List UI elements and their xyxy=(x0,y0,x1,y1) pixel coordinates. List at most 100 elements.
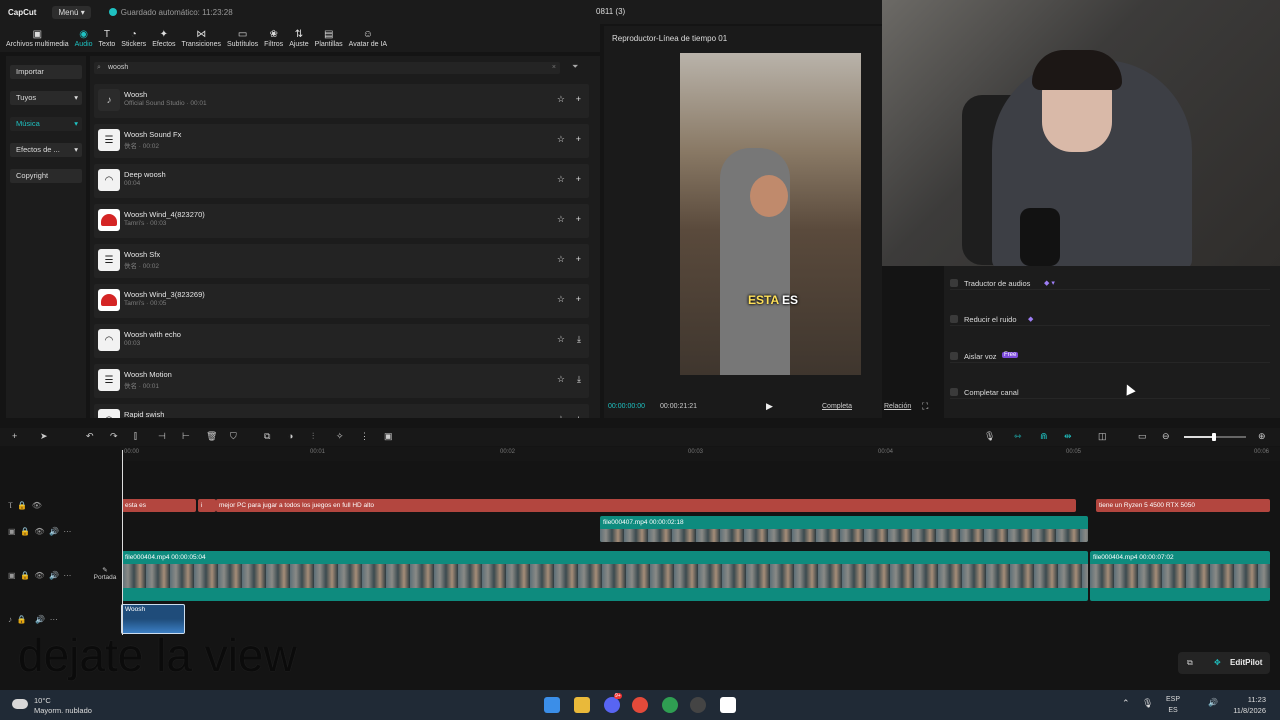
taskbar-clock[interactable]: 11:23 11/8/2026 xyxy=(1233,694,1266,716)
playhead[interactable] xyxy=(122,450,123,635)
list-item[interactable]: ♪ Woosh Official Sound Studio · 00:01 ☆ + xyxy=(94,84,589,118)
adjust-icon[interactable]: ⫶ xyxy=(312,431,314,442)
tool-stickers[interactable]: ◔ Stickers xyxy=(121,29,146,52)
download-icon[interactable]: ⤓ xyxy=(577,334,581,345)
import-button[interactable]: Importar xyxy=(10,65,82,79)
star-icon[interactable]: ☆ xyxy=(557,374,565,385)
star-icon[interactable]: ☆ xyxy=(557,134,565,145)
tool-audio[interactable]: ◉ Audio xyxy=(75,29,93,52)
tool-filters[interactable]: ❀ Filtros xyxy=(264,29,283,52)
clear-icon[interactable]: × xyxy=(552,62,556,74)
audio-translator-checkbox[interactable] xyxy=(950,279,958,287)
star-icon[interactable]: ☆ xyxy=(557,294,565,305)
text-track-controls[interactable]: Ⲧ 🔒 👁 xyxy=(8,501,42,511)
caption-icon[interactable]: ▭ xyxy=(1138,431,1147,442)
download-icon[interactable]: ⤓ xyxy=(577,374,581,385)
app-icon[interactable] xyxy=(690,697,706,713)
undo-icon[interactable]: ↶ xyxy=(86,431,94,442)
zoom-slider-handle[interactable] xyxy=(1212,433,1216,441)
overlay-video-clip[interactable]: file000407.mp4 00:00:02:18 xyxy=(600,516,1088,542)
editpilot-button[interactable]: ⧉ ✥ EditPilot xyxy=(1178,652,1270,674)
chrome-profile-icon[interactable] xyxy=(662,697,678,713)
complete-channel-checkbox[interactable] xyxy=(950,388,958,396)
play-icon[interactable]: ▶ xyxy=(766,401,773,412)
audio-split-icon[interactable]: ⋮ xyxy=(360,431,369,442)
tool-ai-avatar[interactable]: ☺ Avatar de IA xyxy=(349,29,387,52)
plus-icon[interactable]: + xyxy=(576,294,581,304)
star-icon[interactable]: ☆ xyxy=(557,174,565,185)
star-icon[interactable]: ☆ xyxy=(557,254,565,265)
language-indicator[interactable]: ESP ES xyxy=(1166,694,1180,716)
sidebar-item-copyright[interactable]: Copyright xyxy=(10,169,82,183)
main-video-clip[interactable]: file000404.mp4 00:00:07:02 xyxy=(1090,551,1270,601)
delete-icon[interactable]: 🗑 xyxy=(206,431,217,442)
file-explorer-icon[interactable] xyxy=(574,697,590,713)
star-icon[interactable]: ☆ xyxy=(557,334,565,345)
add-track-icon[interactable]: + xyxy=(12,431,17,441)
text-clip[interactable]: esta es xyxy=(122,499,196,512)
text-clip[interactable]: mejor PC para jugar a todos los juegos e… xyxy=(216,499,1076,512)
plus-icon[interactable]: + xyxy=(576,134,581,144)
list-item[interactable]: Woosh Wind_4(823270) Tamri's · 00:03 ☆ + xyxy=(94,204,589,238)
main-track-controls[interactable]: ▣ 🔒 👁 🔊 ⋯ xyxy=(8,571,71,580)
full-quality-button[interactable]: Completa xyxy=(822,403,852,410)
chrome-icon[interactable] xyxy=(632,697,648,713)
voice-isolation-checkbox[interactable] xyxy=(950,352,958,360)
timeline-ruler[interactable]: 00:00 00:01 00:02 00:03 00:04 00:05 00:0… xyxy=(120,447,1280,461)
star-icon[interactable]: ☆ xyxy=(557,414,565,418)
tool-media[interactable]: ▣ Archivos multimedia xyxy=(6,29,69,52)
zoom-out-icon[interactable]: ⊖ xyxy=(1162,431,1170,442)
chevron-up-icon[interactable]: ⌃ xyxy=(1122,698,1130,709)
list-item[interactable]: Woosh Wind_3(823269) Tamri's · 00:05 ☆ + xyxy=(94,284,589,318)
sidebar-item-tuyos[interactable]: Tuyos ▾ xyxy=(10,91,82,105)
sidebar-item-musica[interactable]: Música ▾ xyxy=(10,117,82,131)
tool-transitions[interactable]: ⋈ Transiciones xyxy=(182,29,221,52)
capcut-taskbar-icon[interactable] xyxy=(720,697,736,713)
volume-icon[interactable]: 🔊 xyxy=(1208,698,1218,707)
menu-button[interactable]: Menú ▾ xyxy=(52,5,91,19)
sidebar-item-efectos[interactable]: Efectos de ... ▾ xyxy=(10,143,82,157)
tool-effects[interactable]: ✦ Efectos xyxy=(152,29,175,52)
magnet-icon[interactable]: ⋒ xyxy=(1040,431,1048,442)
fullscreen-icon[interactable]: ⛶ xyxy=(922,401,928,412)
audio-track-controls[interactable]: ♪ 🔒 🔊 ⋯ xyxy=(8,615,58,624)
crop-icon[interactable]: ⧉ xyxy=(264,431,270,442)
main-video-clip[interactable]: file000404.mp4 00:00:05:04 xyxy=(122,551,1088,601)
list-item[interactable]: ◠ Woosh with echo 00:03 ☆ ⤓ xyxy=(94,324,589,358)
tool-text[interactable]: T Texto xyxy=(99,29,116,52)
plus-icon[interactable]: + xyxy=(576,214,581,224)
plus-icon[interactable]: + xyxy=(576,174,581,184)
select-tool-icon[interactable]: ➤ xyxy=(40,431,48,442)
noise-reduction-checkbox[interactable] xyxy=(950,315,958,323)
trim-right-icon[interactable]: ⊢ xyxy=(182,431,190,442)
split-icon[interactable]: ⫿ xyxy=(134,431,137,442)
list-item[interactable]: ◠ Deep woosh 00:04 ☆ + xyxy=(94,164,589,198)
screen-icon[interactable]: ▣ xyxy=(384,431,393,442)
video-preview[interactable]: ESTA ES xyxy=(680,53,861,375)
microphone-icon[interactable]: 🎙 xyxy=(1142,698,1153,709)
shield-icon[interactable]: ⛉ xyxy=(230,431,237,442)
star-icon[interactable]: ☆ xyxy=(557,94,565,105)
search-input[interactable]: ⌕ woosh × xyxy=(94,62,560,74)
tool-adjust[interactable]: ⇅ Ajuste xyxy=(289,29,308,52)
cover-button[interactable]: ✎ Portada xyxy=(92,566,118,588)
redo-icon[interactable]: ↷ xyxy=(110,431,118,442)
ratio-button[interactable]: Relación xyxy=(884,403,911,410)
snap-icon[interactable]: ⇹ xyxy=(1064,431,1072,442)
windows-start-icon[interactable] xyxy=(544,697,560,713)
plus-icon[interactable]: + xyxy=(576,94,581,104)
mask-icon[interactable]: ◑ xyxy=(288,431,293,441)
tool-subtitles[interactable]: ▭ Subtítulos xyxy=(227,29,258,52)
text-clip[interactable]: tiene un Ryzen 5 4500 RTX 5050 xyxy=(1096,499,1270,512)
plus-icon[interactable]: + xyxy=(576,254,581,264)
trim-left-icon[interactable]: ⊣ xyxy=(158,431,166,442)
preview-axis-icon[interactable]: ◫ xyxy=(1098,431,1107,442)
tool-templates[interactable]: ▤ Plantillas xyxy=(315,29,343,52)
star-icon[interactable]: ☆ xyxy=(557,214,565,225)
zoom-in-icon[interactable]: ⊕ xyxy=(1258,431,1266,442)
overlay-track-controls[interactable]: ▣ 🔒 👁 🔊 ⋯ xyxy=(8,527,71,536)
link-icon[interactable]: ⇿ xyxy=(1014,431,1022,442)
list-item[interactable]: ☰ Woosh Sound Fx 佚名 · 00:02 ☆ + xyxy=(94,124,589,158)
discord-icon[interactable]: 9+ xyxy=(604,693,622,713)
magic-icon[interactable]: ✧ xyxy=(336,431,344,442)
